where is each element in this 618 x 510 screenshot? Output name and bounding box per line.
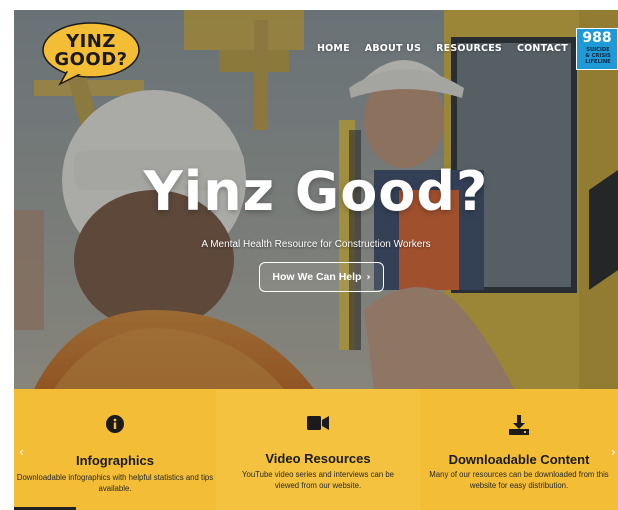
feature-title: Infographics	[75, 453, 154, 468]
site-logo[interactable]: YINZ GOOD?	[42, 22, 140, 86]
feature-downloadable-content[interactable]: Downloadable Content Many of our resourc…	[420, 389, 618, 510]
left-gutter	[0, 0, 14, 510]
hero-subtitle: A Mental Health Resource for Constructio…	[201, 239, 431, 250]
badge-line-3: LIFELINE	[585, 59, 611, 65]
badge-caption: SUICIDE & CRISIS LIFELINE	[579, 47, 617, 65]
hero-title: Yinz Good?	[143, 160, 489, 223]
features-carousel: Infographics Downloadable infographics w…	[14, 389, 618, 510]
video-camera-icon	[307, 415, 329, 436]
main-nav: HOME ABOUT US RESOURCES CONTACT	[317, 43, 568, 54]
feature-title: Video Resources	[265, 451, 371, 466]
hero-section: YINZ GOOD? HOME ABOUT US RESOURCES CONTA…	[14, 10, 618, 389]
feature-infographics[interactable]: Infographics Downloadable infographics w…	[14, 389, 216, 510]
info-circle-icon	[106, 415, 124, 438]
feature-video-resources[interactable]: Video Resources YouTube video series and…	[216, 389, 420, 510]
feature-description: Downloadable infographics with helpful s…	[16, 473, 214, 493]
carousel-prev-arrow[interactable]: ‹	[19, 445, 24, 459]
badge-number: 988	[582, 30, 612, 46]
page: YINZ GOOD? HOME ABOUT US RESOURCES CONTA…	[0, 0, 618, 510]
feature-title: Downloadable Content	[448, 452, 590, 467]
nav-home[interactable]: HOME	[317, 43, 350, 54]
how-we-can-help-button[interactable]: How We Can Help ›	[259, 262, 384, 292]
logo-text: YINZ GOOD?	[42, 33, 140, 69]
logo-line-2: GOOD?	[54, 49, 128, 70]
how-we-can-help-label: How We Can Help	[272, 271, 362, 283]
download-icon	[509, 415, 529, 440]
chevron-right-icon: ›	[366, 271, 371, 283]
lifeline-988-badge[interactable]: 988 SUICIDE & CRISIS LIFELINE	[576, 28, 618, 70]
feature-description: YouTube video series and interviews can …	[242, 470, 394, 490]
nav-about-us[interactable]: ABOUT US	[365, 43, 421, 54]
feature-description: Many of our resources can be downloaded …	[429, 470, 609, 490]
nav-resources[interactable]: RESOURCES	[436, 43, 502, 54]
carousel-next-arrow[interactable]: ›	[611, 445, 616, 459]
nav-contact[interactable]: CONTACT	[517, 43, 568, 54]
